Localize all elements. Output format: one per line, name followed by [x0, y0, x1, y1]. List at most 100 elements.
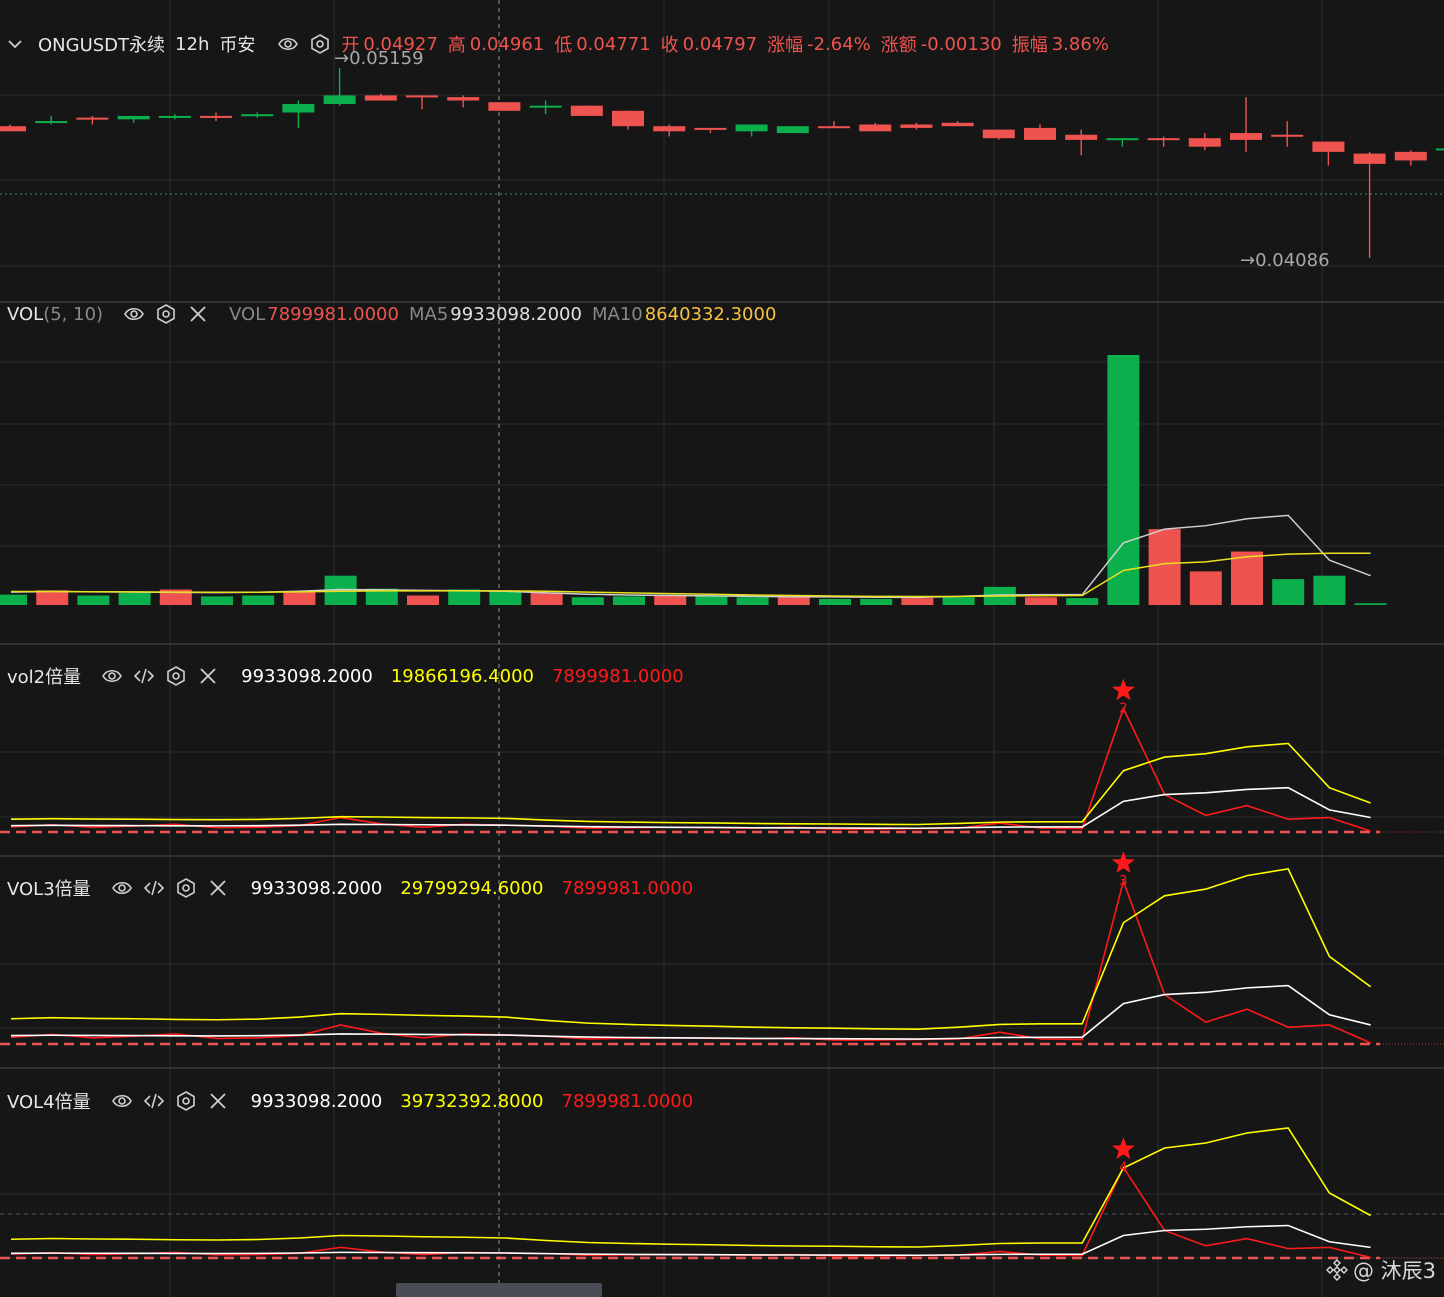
- volume-bar: [1189, 571, 1222, 605]
- volume-bar: [860, 598, 893, 605]
- vol-indicator-params: (5, 10): [43, 303, 104, 325]
- volume-bar: [1313, 575, 1346, 605]
- vol3-white-line: [10, 984, 1371, 1040]
- high-value: 0.04961: [469, 33, 545, 55]
- candle-body: [158, 115, 191, 118]
- vol3-indicator-name[interactable]: VOL3倍量: [7, 875, 91, 901]
- volume-bar: [819, 598, 851, 605]
- chevron-down-icon[interactable]: [4, 33, 26, 55]
- ma5-label: MA5: [408, 303, 449, 325]
- exchange: 币安: [219, 35, 256, 56]
- vol-legend: VOL (5, 10) VOL 7899981.0000 MA5 9933098…: [0, 300, 786, 328]
- vol3-star-label: 3: [1119, 874, 1127, 889]
- eye-icon[interactable]: [111, 1090, 133, 1112]
- volume-bar: [0, 594, 27, 605]
- volume-bar: [36, 590, 69, 605]
- candle-body: [488, 102, 521, 111]
- eye-icon[interactable]: [277, 33, 299, 55]
- volume-bar: [1148, 529, 1181, 605]
- vol4-star-marker: [1111, 1137, 1135, 1160]
- candle-body: [1271, 134, 1304, 137]
- high-price-label: →0.05159: [334, 48, 424, 69]
- settings-icon[interactable]: [165, 665, 187, 687]
- candle-body: [447, 97, 480, 101]
- vol4-value-2: 39732392.8000: [400, 1090, 544, 1112]
- candle-body: [1024, 127, 1056, 140]
- vol4-star-label: 4: [1119, 1160, 1127, 1175]
- volume-bar: [1066, 598, 1099, 605]
- candle-body: [1353, 153, 1386, 164]
- volume-bar: [489, 591, 522, 605]
- eye-icon[interactable]: [101, 665, 123, 687]
- close-label: 收: [660, 35, 679, 56]
- vol-value: 7899981.0000: [267, 303, 399, 325]
- low-value: 0.04771: [576, 33, 651, 55]
- symbol-name[interactable]: ONGUSDT永续: [38, 31, 165, 57]
- volume-bar: [530, 592, 563, 605]
- vol4-yellow-line: [10, 1127, 1371, 1248]
- close-icon[interactable]: [197, 665, 219, 687]
- low-label: 低: [554, 35, 573, 56]
- vol3-value-2: 29799294.6000: [400, 877, 544, 899]
- vol4-value-1: 9933098.2000: [250, 1090, 383, 1112]
- close-icon[interactable]: [207, 1090, 229, 1112]
- candle-body: [941, 122, 974, 127]
- candle-body: [323, 95, 356, 104]
- change-pct-label: 涨幅: [767, 35, 804, 56]
- vol-indicator-name[interactable]: VOL: [7, 304, 43, 325]
- vol3-value-3: 7899981.0000: [561, 877, 694, 899]
- volume-bar: [242, 595, 275, 605]
- code-icon[interactable]: [143, 1090, 165, 1112]
- volume-bar: [448, 589, 481, 605]
- candle-body: [859, 124, 892, 132]
- settings-icon[interactable]: [155, 303, 177, 325]
- vol2-yellow-line: [10, 742, 1371, 826]
- watermark: @ 沐辰3: [1325, 1255, 1436, 1285]
- candle-body: [776, 126, 809, 134]
- candle-body: [1106, 138, 1139, 141]
- candle-body: [406, 95, 438, 98]
- amplitude-label: 振幅: [1011, 35, 1048, 56]
- vol2-indicator-name[interactable]: vol2倍量: [7, 663, 81, 689]
- ma10-value: 8640332.3000: [644, 303, 777, 325]
- candle-body: [900, 124, 933, 128]
- vol-label: VOL: [229, 303, 266, 325]
- eye-icon[interactable]: [111, 877, 133, 899]
- volume-bar: [1354, 603, 1387, 605]
- candle-body: [982, 129, 1015, 139]
- vol4-value-3: 7899981.0000: [561, 1090, 694, 1112]
- candle-body: [570, 105, 603, 116]
- vol2-star-label: 2: [1119, 702, 1127, 717]
- price-legend: ONGUSDT永续 12h 币安 开 0.04927 高 0.04961 低 0…: [0, 30, 1119, 58]
- close-icon[interactable]: [187, 303, 209, 325]
- volume-bar: [901, 598, 934, 605]
- candle-body: [1147, 138, 1180, 141]
- settings-icon[interactable]: [309, 33, 331, 55]
- candle-body: [1230, 133, 1262, 140]
- candle-body: [694, 127, 727, 130]
- volume-bar: [613, 596, 645, 605]
- candle-body: [612, 110, 644, 127]
- settings-icon[interactable]: [175, 1090, 197, 1112]
- high-label: 高: [447, 35, 466, 56]
- vol2-red-line: [10, 706, 1371, 832]
- vol4-legend: VOL4倍量 9933098.2000 39732392.8000 789998…: [0, 1087, 703, 1115]
- volume-bar: [283, 592, 316, 605]
- volume-bar: [118, 592, 151, 605]
- volume-bar: [201, 596, 233, 605]
- volume-bar: [571, 597, 604, 605]
- code-icon[interactable]: [133, 665, 155, 687]
- vol3-legend: VOL3倍量 9933098.2000 29799294.6000 789998…: [0, 874, 703, 902]
- candle-body: [529, 105, 562, 108]
- code-icon[interactable]: [143, 877, 165, 899]
- vol4-indicator-name[interactable]: VOL4倍量: [7, 1088, 91, 1114]
- settings-icon[interactable]: [175, 877, 197, 899]
- vol3-value-1: 9933098.2000: [250, 877, 383, 899]
- volume-bar: [1231, 551, 1263, 605]
- time-scrollbar[interactable]: [396, 1283, 602, 1297]
- candle-body: [35, 121, 68, 124]
- eye-icon[interactable]: [123, 303, 145, 325]
- volume-bar: [1107, 355, 1140, 605]
- volume-bar: [942, 597, 975, 605]
- close-icon[interactable]: [207, 877, 229, 899]
